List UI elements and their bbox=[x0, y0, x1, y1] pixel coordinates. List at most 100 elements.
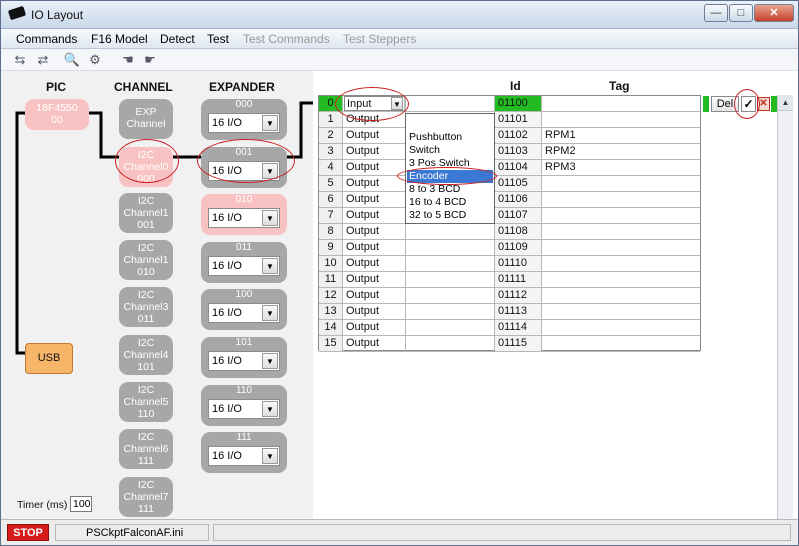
direction-cell[interactable]: Output bbox=[343, 176, 406, 191]
grid-row[interactable]: 5 Output 01105 bbox=[319, 176, 700, 192]
scroll-up-arrow-icon[interactable]: ▲ bbox=[778, 95, 793, 111]
gear-icon[interactable]: ⚙ bbox=[86, 52, 104, 68]
chevron-down-icon[interactable]: ▼ bbox=[262, 305, 278, 322]
channel-6[interactable]: I2C Channel5 110 bbox=[119, 382, 173, 422]
stop-button[interactable]: STOP bbox=[7, 524, 49, 541]
direction-cell[interactable]: Output bbox=[343, 160, 406, 175]
direction-cell[interactable]: Output bbox=[343, 144, 406, 159]
chevron-down-icon[interactable]: ▼ bbox=[262, 400, 278, 417]
expander-001[interactable]: 001 16 I/O ▼ bbox=[201, 146, 287, 188]
input-type-dropdown-list[interactable]: Pushbutton Switch 3 Pos Switch Encoder 8 to… bbox=[405, 113, 495, 224]
direction-cell[interactable]: Output bbox=[343, 288, 406, 303]
dropdown-option[interactable]: 16 to 4 BCD bbox=[407, 196, 493, 209]
menu-commands[interactable]: Commands bbox=[16, 32, 77, 46]
expander-011[interactable]: 011 16 I/O ▼ bbox=[201, 241, 287, 283]
grid-row[interactable]: 1 Output 01101 bbox=[319, 112, 700, 128]
input-type-cell[interactable] bbox=[406, 288, 495, 303]
menu-test-steppers[interactable]: Test Steppers bbox=[343, 32, 416, 46]
direction-cell[interactable]: Output bbox=[343, 192, 406, 207]
tag-cell[interactable] bbox=[542, 288, 700, 303]
tag-cell[interactable] bbox=[542, 208, 700, 223]
menu-f16-model[interactable]: F16 Model bbox=[91, 32, 148, 46]
network-icon[interactable]: ⇆ bbox=[11, 52, 29, 68]
hand-icon[interactable]: ☚ bbox=[119, 52, 137, 68]
input-type-cell[interactable] bbox=[406, 272, 495, 287]
tag-cell[interactable] bbox=[542, 112, 700, 127]
direction-cell[interactable]: Output bbox=[343, 336, 406, 351]
chevron-down-icon[interactable]: ▼ bbox=[262, 353, 278, 369]
expander-110[interactable]: 110 16 I/O ▼ bbox=[201, 384, 287, 426]
expander-111[interactable]: 111 16 I/O ▼ bbox=[201, 432, 287, 474]
dropdown-option[interactable]: Switch bbox=[407, 144, 493, 157]
tag-cell[interactable] bbox=[542, 272, 700, 287]
direction-cell[interactable]: Output bbox=[343, 320, 406, 335]
arrows-icon[interactable]: ⇄ bbox=[34, 52, 52, 68]
cancel-x-button[interactable]: ✕ bbox=[757, 97, 770, 111]
magnifier-icon[interactable]: 🔍 bbox=[63, 52, 81, 68]
usb-button[interactable]: USB bbox=[25, 343, 73, 374]
expander-select[interactable]: 16 I/O ▼ bbox=[208, 255, 280, 276]
tag-cell[interactable]: RPM2 bbox=[542, 144, 700, 159]
expander-010[interactable]: 010 16 I/O ▼ bbox=[201, 194, 287, 236]
tag-cell[interactable] bbox=[542, 96, 700, 111]
confirm-check-button[interactable]: ✓ bbox=[741, 96, 756, 112]
channel-7[interactable]: I2C Channel6 111 bbox=[119, 429, 173, 469]
input-type-cell[interactable] bbox=[406, 336, 495, 351]
tag-cell[interactable] bbox=[542, 224, 700, 239]
channel-0[interactable]: EXP Channel bbox=[119, 99, 173, 139]
expander-select[interactable]: 16 I/O ▼ bbox=[208, 351, 280, 371]
grid-row[interactable]: 4 Output 01104 RPM3 bbox=[319, 160, 700, 176]
grid-row[interactable]: 12 Output 01112 bbox=[319, 288, 700, 304]
minimize-button[interactable]: — bbox=[704, 4, 728, 22]
chevron-down-icon[interactable]: ▼ bbox=[391, 97, 403, 110]
hand-pointer-icon[interactable]: ☛ bbox=[141, 52, 159, 68]
direction-cell[interactable]: Output bbox=[343, 112, 406, 127]
tag-cell[interactable] bbox=[542, 256, 700, 271]
expander-101[interactable]: 101 16 I/O ▼ bbox=[201, 337, 287, 378]
direction-cell[interactable]: Output bbox=[343, 224, 406, 239]
direction-cell[interactable]: Output bbox=[343, 272, 406, 287]
expander-select[interactable]: 16 I/O ▼ bbox=[208, 446, 280, 467]
tag-cell[interactable] bbox=[542, 304, 700, 319]
dropdown-option[interactable]: 3 Pos Switch bbox=[407, 157, 493, 170]
expander-100[interactable]: 100 16 I/O ▼ bbox=[201, 289, 287, 331]
expander-000[interactable]: 000 16 I/O ▼ bbox=[201, 99, 287, 140]
expander-select[interactable]: 16 I/O ▼ bbox=[208, 208, 280, 229]
chevron-down-icon[interactable]: ▼ bbox=[262, 162, 278, 179]
direction-cell[interactable]: Output bbox=[343, 256, 406, 271]
input-type-cell[interactable] bbox=[406, 304, 495, 319]
direction-select[interactable]: Input ▼ bbox=[344, 96, 405, 111]
input-type-cell[interactable] bbox=[406, 96, 495, 111]
channel-2[interactable]: I2C Channel1 001 bbox=[119, 193, 173, 233]
grid-row[interactable]: 6 Output 01106 bbox=[319, 192, 700, 208]
direction-cell[interactable]: Output bbox=[343, 240, 406, 255]
chevron-down-icon[interactable]: ▼ bbox=[262, 210, 278, 227]
direction-cell[interactable]: Output bbox=[343, 208, 406, 223]
input-type-cell[interactable] bbox=[406, 256, 495, 271]
dropdown-option[interactable]: Pushbutton bbox=[407, 131, 493, 144]
expander-select[interactable]: 16 I/O ▼ bbox=[208, 398, 280, 419]
direction-cell[interactable]: Output bbox=[343, 304, 406, 319]
channel-1[interactable]: I2C Channel0 000 bbox=[119, 147, 173, 187]
tag-cell[interactable] bbox=[542, 320, 700, 335]
channel-8[interactable]: I2C Channel7 111 bbox=[119, 477, 173, 517]
timer-input[interactable]: 100 bbox=[70, 496, 92, 512]
tag-cell[interactable] bbox=[542, 336, 700, 351]
tag-cell[interactable] bbox=[542, 192, 700, 207]
chevron-down-icon[interactable]: ▼ bbox=[262, 115, 278, 131]
menu-detect[interactable]: Detect bbox=[160, 32, 195, 46]
grid-row[interactable]: 11 Output 01111 bbox=[319, 272, 700, 288]
chevron-down-icon[interactable]: ▼ bbox=[262, 257, 278, 274]
grid-row[interactable]: 15 Output 01115 bbox=[319, 336, 700, 352]
chevron-down-icon[interactable]: ▼ bbox=[262, 448, 278, 465]
menu-test-commands[interactable]: Test Commands bbox=[243, 32, 330, 46]
delete-button[interactable]: Del bbox=[711, 96, 739, 112]
expander-select[interactable]: 16 I/O ▼ bbox=[208, 160, 280, 181]
vertical-scrollbar[interactable]: ▲ bbox=[777, 95, 793, 519]
tag-cell[interactable]: RPM3 bbox=[542, 160, 700, 175]
grid-row[interactable]: 10 Output 01110 bbox=[319, 256, 700, 272]
input-type-cell[interactable] bbox=[406, 224, 495, 239]
expander-select[interactable]: 16 I/O ▼ bbox=[208, 113, 280, 133]
menu-test[interactable]: Test bbox=[207, 32, 229, 46]
grid-row[interactable]: 9 Output 01109 bbox=[319, 240, 700, 256]
